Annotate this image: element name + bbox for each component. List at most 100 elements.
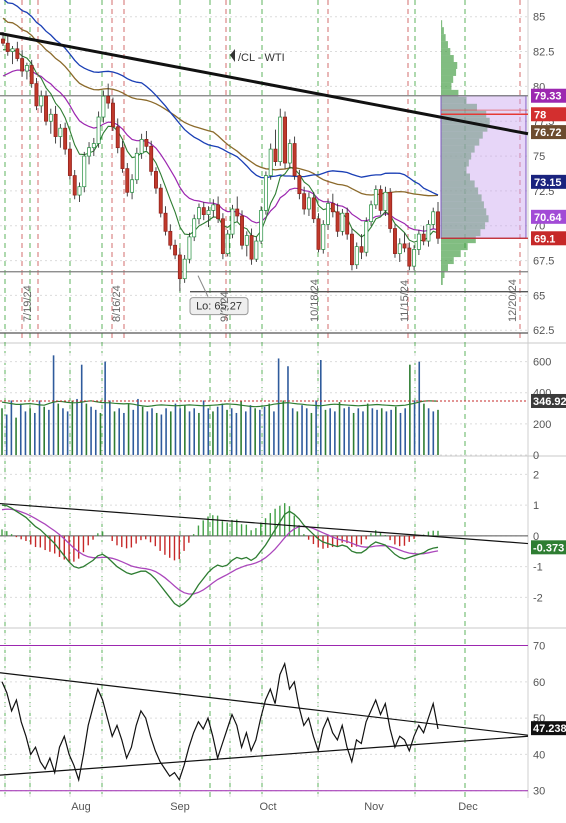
candle-up [96, 116, 101, 144]
candle-down [29, 65, 34, 84]
candle-down [249, 235, 254, 260]
candle-down [201, 207, 206, 215]
volume-ma-line [1, 400, 439, 408]
candle-up [259, 210, 264, 242]
candle-up [412, 249, 417, 267]
month-label: Sep [170, 801, 190, 813]
price-badge-label: 78 [534, 109, 546, 121]
candle-up [326, 203, 331, 225]
candle-down [235, 208, 240, 217]
volume-profile-bar [441, 27, 444, 35]
candle-up [354, 246, 359, 266]
volume-profile-bar [441, 41, 448, 49]
candle-up [130, 179, 135, 193]
macd-tick-label: -2 [533, 592, 543, 604]
rsi-badge-label: 47.238 [533, 723, 566, 735]
price-tick-label: 62.5 [533, 325, 554, 337]
title-marker-icon [230, 49, 235, 62]
macd-tick-label: 1 [533, 500, 539, 512]
candle-up [373, 189, 378, 206]
volume-profile-bar [441, 257, 454, 265]
volume-profile-bar [441, 82, 452, 90]
candle-down [311, 197, 316, 220]
candle-down [393, 228, 397, 254]
volume-profile-bar [441, 34, 446, 42]
macd-signal-line [1, 508, 439, 595]
macd-tick-label: 2 [533, 469, 539, 481]
candle-down [168, 230, 173, 246]
candle-down [177, 254, 182, 280]
candle-down [436, 211, 440, 239]
candle-down [158, 187, 163, 214]
candle-down [350, 233, 354, 266]
candle-up [206, 210, 211, 215]
candle-up [197, 207, 201, 220]
volume-profile-bar [441, 264, 448, 272]
price-tick-label: 85 [533, 12, 545, 24]
candle-up [225, 233, 230, 254]
candle-down [1, 38, 5, 44]
candle-down [115, 126, 120, 149]
candle-up [91, 143, 96, 149]
candle-down [173, 244, 178, 256]
candle-up [192, 218, 197, 238]
volume-tick-label: 200 [533, 419, 551, 431]
volume-profile-bar [441, 243, 468, 251]
candle-up [263, 175, 268, 211]
candle-down [407, 247, 412, 267]
volume-tick-label: 600 [533, 357, 551, 369]
rsi-upper-trendline [0, 672, 529, 736]
candle-up [254, 240, 259, 260]
candle-up [101, 95, 106, 118]
candle-down [273, 148, 278, 162]
candle-up [187, 236, 192, 260]
price-badge-label: 73.15 [534, 177, 562, 189]
candle-down [15, 48, 20, 59]
candle-up [230, 208, 235, 235]
candle-down [316, 218, 321, 250]
candle-up [364, 221, 369, 253]
candle-down [345, 212, 350, 235]
volume-profile-bar [441, 20, 443, 28]
candle-up [39, 95, 44, 107]
candle-down [5, 42, 10, 52]
month-label: Aug [71, 801, 91, 813]
candle-up [244, 235, 249, 246]
volume-profile-bar [441, 75, 454, 83]
candle-down [421, 233, 426, 242]
candle-up [24, 65, 29, 72]
volume-badge-label: 346.92 [533, 396, 566, 408]
month-label: Dec [458, 801, 478, 813]
candle-up [58, 127, 63, 137]
month-label: Nov [364, 801, 384, 813]
price-badge-label: 79.33 [534, 91, 562, 103]
candle-down [20, 58, 25, 72]
price-badge-label: 69.1 [534, 233, 555, 245]
candle-down [144, 138, 149, 147]
vertical-date-label: 7/19/24 [22, 285, 34, 322]
candle-up [321, 223, 326, 250]
candle-down [402, 243, 407, 249]
candle-up [431, 211, 436, 225]
volume-tick-label: 0 [533, 450, 539, 462]
month-label: Oct [259, 801, 276, 813]
vertical-date-label: 9/?/24 [219, 291, 231, 322]
rsi-tick-label: 70 [533, 641, 545, 653]
candle-up [397, 243, 402, 254]
candle-up [48, 113, 53, 122]
candle-up [139, 138, 144, 154]
candle-down [388, 191, 393, 229]
candle-up [211, 204, 216, 211]
candle-down [44, 95, 48, 122]
candle-down [63, 127, 68, 150]
candle-down [110, 102, 115, 128]
candle-down [67, 148, 72, 176]
candle-down [359, 246, 364, 253]
candle-up [287, 143, 292, 164]
candle-down [302, 193, 307, 210]
candle-down [53, 113, 58, 137]
volume-profile-bar [441, 68, 457, 76]
price-badge-label: 76.72 [534, 127, 562, 139]
volume-profile-bar [441, 250, 461, 258]
candle-down [378, 189, 383, 211]
